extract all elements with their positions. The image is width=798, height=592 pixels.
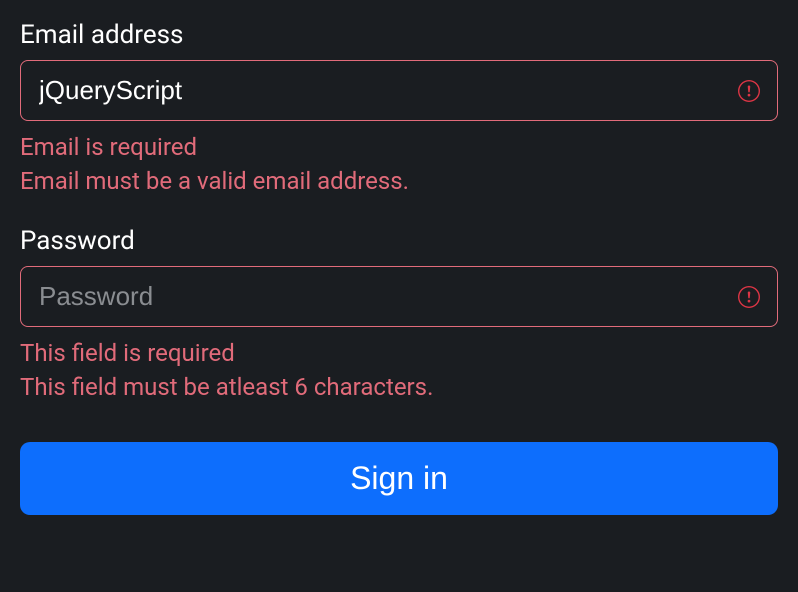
email-group: Email address Email is required Email mu… bbox=[20, 20, 778, 198]
email-error-valid: Email must be a valid email address. bbox=[20, 165, 778, 199]
password-group: Password This field is required This fie… bbox=[20, 226, 778, 404]
password-field[interactable] bbox=[20, 266, 778, 327]
signin-button[interactable]: Sign in bbox=[20, 442, 778, 515]
error-icon bbox=[738, 286, 760, 308]
email-error-required: Email is required bbox=[20, 131, 778, 165]
password-error-minlength: This field must be atleast 6 characters. bbox=[20, 371, 778, 405]
password-label: Password bbox=[20, 226, 778, 256]
email-errors: Email is required Email must be a valid … bbox=[20, 131, 778, 198]
password-errors: This field is required This field must b… bbox=[20, 337, 778, 404]
password-input-wrapper bbox=[20, 266, 778, 327]
email-label: Email address bbox=[20, 20, 778, 50]
password-error-required: This field is required bbox=[20, 337, 778, 371]
signin-form: Email address Email is required Email mu… bbox=[20, 20, 778, 515]
email-input-wrapper bbox=[20, 60, 778, 121]
email-field[interactable] bbox=[20, 60, 778, 121]
error-icon bbox=[738, 80, 760, 102]
